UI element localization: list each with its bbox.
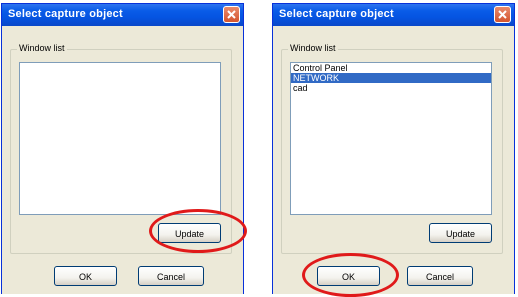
ok-button[interactable]: OK [317,266,380,286]
list-item-network[interactable]: NETWORK [291,73,491,83]
window-listbox[interactable] [19,62,221,215]
title-bar: Select capture object [273,4,514,26]
close-x-icon [498,10,507,19]
capture-dialog-after: Select capture object Window list Contro… [272,3,515,294]
close-button[interactable] [223,6,240,23]
window-list-group: Window list Control Panel NETWORK cad Up… [281,43,503,254]
window-list-group: Window list Update [10,43,232,254]
close-x-icon [227,10,236,19]
ok-button[interactable]: OK [54,266,117,286]
close-button[interactable] [494,6,511,23]
update-button[interactable]: Update [429,223,492,243]
list-item-cad[interactable]: cad [291,83,491,93]
capture-dialog-before: Select capture object Window list Update… [1,3,244,294]
window-list-label: Window list [288,43,338,53]
window-listbox[interactable]: Control Panel NETWORK cad [290,62,492,215]
cancel-button[interactable]: Cancel [407,266,473,286]
dialog-title: Select capture object [8,8,123,20]
cancel-button[interactable]: Cancel [138,266,204,286]
dialog-title: Select capture object [279,8,394,20]
list-item-control-panel[interactable]: Control Panel [291,63,491,73]
window-list-label: Window list [17,43,67,53]
update-button[interactable]: Update [158,223,221,243]
title-bar: Select capture object [2,4,243,26]
